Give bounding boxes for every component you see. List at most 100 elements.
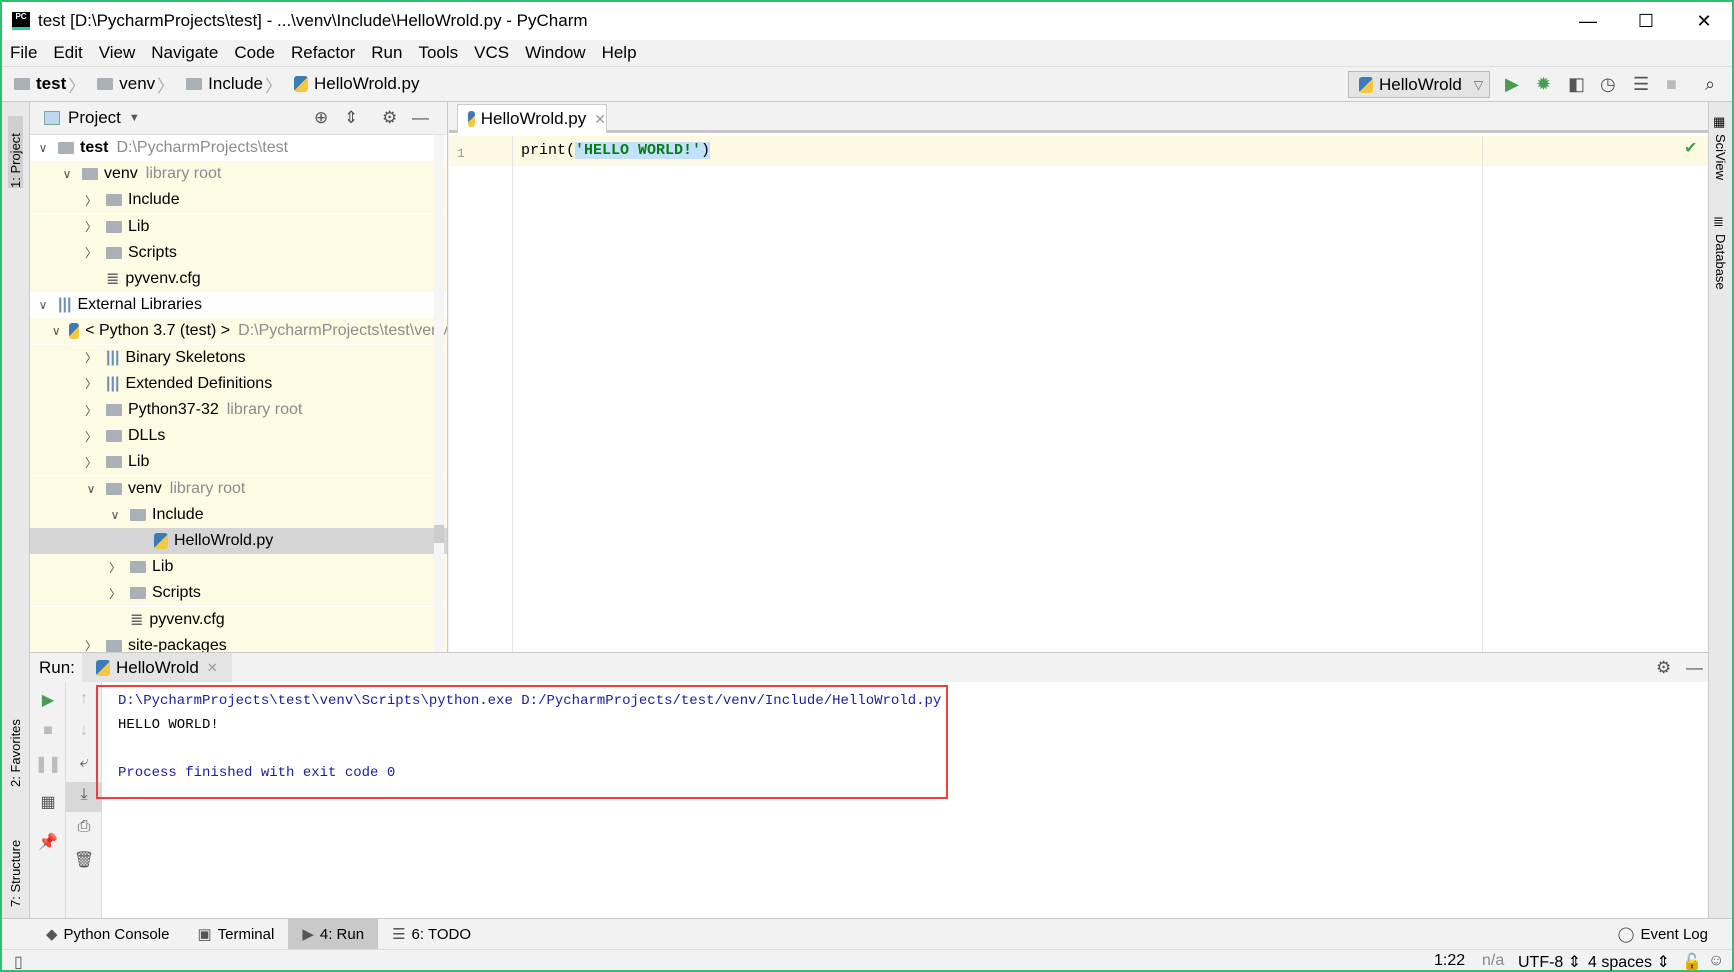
close-button[interactable]: ✕ <box>1675 2 1733 40</box>
tree-item[interactable]: ∨ < Python 3.7 (test) > D:\PycharmProjects… <box>30 318 447 345</box>
expand-arrow-icon[interactable]: 〉 <box>108 559 122 576</box>
tree-item[interactable]: 〉 Scripts <box>30 239 447 266</box>
expand-arrow-icon[interactable]: 〉 <box>108 585 122 602</box>
tree-item[interactable]: ≣ pyvenv.cfg <box>30 606 447 633</box>
locate-icon[interactable]: ⊕ <box>314 108 328 128</box>
expand-arrow-icon[interactable]: ∨ <box>108 508 122 522</box>
todo-tab[interactable]: ☰ 6: TODO <box>378 919 485 950</box>
menu-edit[interactable]: Edit <box>53 43 82 63</box>
maximize-button[interactable]: ☐ <box>1617 2 1675 40</box>
sciview-tool-button[interactable]: SciView <box>1713 134 1728 204</box>
python-console-tab[interactable]: ◆ Python Console <box>32 919 183 950</box>
favorites-tool-button[interactable]: 2: Favorites <box>8 687 23 787</box>
chevron-down-icon[interactable]: ▼ <box>129 112 140 124</box>
rerun-icon[interactable]: ▶ <box>30 690 66 710</box>
tree-item[interactable]: ∨ venv library root <box>30 161 447 188</box>
caret-position[interactable]: 1:22 <box>1434 952 1465 970</box>
tree-item[interactable]: 〉 Include <box>30 187 447 214</box>
trash-icon[interactable]: 🗑 <box>66 850 102 870</box>
inspector-icon[interactable]: ☺ <box>1708 952 1724 970</box>
event-log-tab[interactable]: ◯ Event Log <box>1604 919 1722 950</box>
coverage-icon[interactable]: ◧ <box>1568 74 1585 95</box>
run-tab[interactable]: ▶ 4: Run <box>288 918 379 950</box>
menu-refactor[interactable]: Refactor <box>291 43 355 63</box>
menu-tools[interactable]: Tools <box>418 43 458 63</box>
project-tool-button[interactable]: 1: Project <box>8 116 23 188</box>
console-output[interactable]: D:\PycharmProjects\test\venv\Scripts\pyt… <box>96 685 948 799</box>
tree-item[interactable]: 〉 DLLs <box>30 423 447 450</box>
expand-arrow-icon[interactable]: ∨ <box>84 482 98 496</box>
breadcrumb-item[interactable]: HelloWrold.py <box>293 74 420 94</box>
tree-item[interactable]: HelloWrold.py <box>30 528 447 554</box>
tree-item[interactable]: ∨ venv library root <box>30 475 447 502</box>
database-tool-button[interactable]: Database <box>1713 234 1728 314</box>
menu-run[interactable]: Run <box>371 43 402 63</box>
print-icon[interactable]: ⎙ <box>66 818 102 836</box>
expand-arrow-icon[interactable]: ∨ <box>36 298 50 312</box>
expand-arrow-icon[interactable]: 〉 <box>84 375 98 392</box>
stop-icon[interactable]: ■ <box>30 722 66 740</box>
tree-item[interactable]: 〉 Python37-32 library root <box>30 397 447 423</box>
profile-icon[interactable]: ◷ <box>1600 74 1616 95</box>
tree-item[interactable]: 〉 Scripts <box>30 580 447 607</box>
tree-scrollbar[interactable] <box>434 135 444 652</box>
tree-item[interactable]: ∨ test D:\PycharmProjects\test <box>30 135 447 161</box>
tree-item[interactable]: 〉 Lib <box>30 213 447 240</box>
tree-item[interactable]: 〉 site-packages <box>30 632 447 652</box>
breadcrumb-item[interactable]: venv 〉 <box>97 72 180 97</box>
breadcrumb-item[interactable]: Include 〉 <box>186 72 288 97</box>
expand-arrow-icon[interactable]: ∨ <box>51 324 61 338</box>
menu-vcs[interactable]: VCS <box>474 43 509 63</box>
expand-arrow-icon[interactable]: 〉 <box>84 637 98 652</box>
menu-navigate[interactable]: Navigate <box>151 43 218 63</box>
layout-icon[interactable]: ▦ <box>30 792 66 812</box>
expand-arrow-icon[interactable]: 〉 <box>84 349 98 366</box>
project-view-select[interactable]: Project <box>68 108 121 128</box>
expand-arrow-icon[interactable]: 〉 <box>84 192 98 209</box>
hide-icon[interactable]: — <box>412 108 429 128</box>
pause-icon[interactable]: ❚❚ <box>30 754 66 774</box>
close-tab-icon[interactable]: ✕ <box>594 111 606 128</box>
run-icon[interactable]: ▶ <box>1505 74 1519 95</box>
tab-hellowrold[interactable]: HelloWrold.py ✕ <box>457 104 607 133</box>
run-config-select[interactable]: HelloWrold ▽ <box>1348 71 1490 98</box>
expand-arrow-icon[interactable]: 〉 <box>84 244 98 261</box>
tree-item[interactable]: 〉 ||| Binary Skeletons <box>30 344 447 371</box>
debug-icon[interactable]: ✹ <box>1536 74 1551 95</box>
code-text[interactable]: print('HELLO WORLD!') <box>521 142 711 159</box>
pin-icon[interactable]: 📌 <box>30 832 66 852</box>
concurrency-icon[interactable]: ☰ <box>1633 74 1649 95</box>
run-tab-hellowrold[interactable]: HelloWrold ✕ <box>82 653 232 682</box>
gear-icon[interactable]: ⚙ <box>382 108 397 128</box>
close-tab-icon[interactable]: ✕ <box>207 660 218 676</box>
gear-icon[interactable]: ⚙ <box>1656 658 1671 678</box>
structure-tool-button[interactable]: 7: Structure <box>8 812 23 907</box>
tree-item[interactable]: ∨ Include <box>30 501 447 528</box>
breadcrumb-item[interactable]: test 〉 <box>14 72 91 97</box>
menu-help[interactable]: Help <box>602 43 637 63</box>
hide-icon[interactable]: — <box>1686 658 1703 678</box>
lock-icon[interactable]: 🔓 <box>1682 952 1702 972</box>
expand-arrow-icon[interactable]: 〉 <box>84 454 98 471</box>
menu-window[interactable]: Window <box>525 43 585 63</box>
expand-arrow-icon[interactable]: 〉 <box>84 428 98 445</box>
terminal-tab[interactable]: ▣ Terminal <box>183 919 288 950</box>
tree-item[interactable]: 〉 ||| Extended Definitions <box>30 370 447 397</box>
stop-icon[interactable]: ■ <box>1666 74 1677 95</box>
tree-item[interactable]: ≣ pyvenv.cfg <box>30 266 447 292</box>
expand-arrow-icon[interactable]: 〉 <box>84 402 98 419</box>
line-separator[interactable]: n/a <box>1482 952 1504 970</box>
indent-select[interactable]: 4 spaces ⇕ <box>1588 952 1670 972</box>
collapse-all-icon[interactable]: ⇕ <box>344 108 358 128</box>
expand-arrow-icon[interactable]: 〉 <box>84 218 98 235</box>
menu-code[interactable]: Code <box>234 43 275 63</box>
expand-arrow-icon[interactable]: ∨ <box>36 141 50 155</box>
search-icon[interactable]: ⌕ <box>1705 74 1715 95</box>
expand-arrow-icon[interactable]: ∨ <box>60 167 74 181</box>
minimize-button[interactable]: — <box>1559 2 1617 40</box>
toggle-tool-windows-icon[interactable]: ▯ <box>14 952 23 972</box>
encoding-select[interactable]: UTF-8 ⇕ <box>1518 952 1581 972</box>
tree-item[interactable]: ∨ ||| External Libraries <box>30 292 447 318</box>
tree-item[interactable]: 〉 Lib <box>30 554 447 581</box>
menu-view[interactable]: View <box>99 43 136 63</box>
